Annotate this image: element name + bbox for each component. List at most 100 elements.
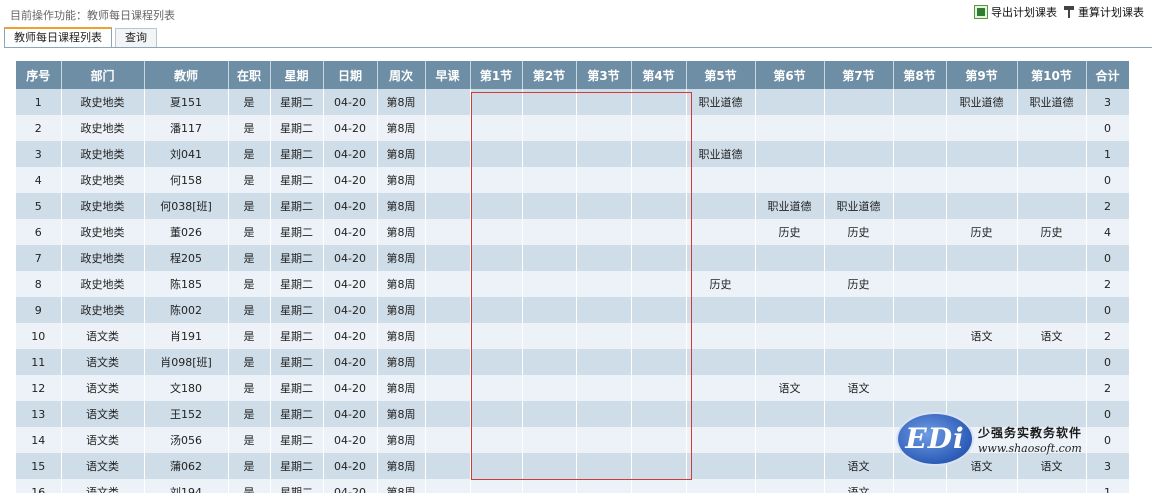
- table-row[interactable]: 10 语文类 肖191 是星期二 04-20 第8周 语文 语文 2: [16, 323, 1129, 349]
- table-cell: [1017, 115, 1087, 141]
- tab-query[interactable]: 查询: [115, 28, 157, 47]
- table-cell: [755, 89, 825, 115]
- table-row[interactable]: 9 政史地类 陈002 是星期二 04-20 第8周 0: [16, 297, 1129, 323]
- table-cell: [824, 323, 894, 349]
- table-row[interactable]: 16 语文类 刘194 是星期二 04-20 第8周 语文 1: [16, 479, 1129, 493]
- table-cell: [686, 167, 756, 193]
- table-cell: 政史地类: [61, 115, 145, 141]
- table-row[interactable]: 3 政史地类 刘041 是星期二 04-20 第8周 职业道德 1: [16, 141, 1129, 167]
- column-header[interactable]: 第7节: [824, 61, 894, 89]
- table-cell: 9: [16, 297, 62, 323]
- table-cell: 第8周: [377, 297, 426, 323]
- column-header[interactable]: 周次: [377, 61, 426, 89]
- table-header-row: 序号 部门 教师 在职 星期 日期 周次 早课 第1节 第2节 第3节 第4节 第5节 第6节 第7节 第8节…: [16, 61, 1129, 89]
- column-header[interactable]: 星期: [270, 61, 324, 89]
- table-cell: [824, 167, 894, 193]
- table-cell: 职业道德: [686, 141, 756, 167]
- table-cell: [631, 349, 687, 375]
- table-cell: 是: [228, 115, 271, 141]
- table-cell: 星期二: [270, 167, 324, 193]
- table-cell: 语文: [824, 453, 894, 479]
- table-row[interactable]: 2 政史地类 潘117 是星期二 04-20 第8周 0: [16, 115, 1129, 141]
- table-cell: [522, 219, 577, 245]
- table-cell: 是: [228, 349, 271, 375]
- table-cell: [893, 245, 947, 271]
- table-row[interactable]: 11 语文类 肖098[班] 是星期二 04-20 第8周 0: [16, 349, 1129, 375]
- table-cell: [893, 349, 947, 375]
- export-plan-button[interactable]: 导出计划课表: [974, 4, 1057, 20]
- table-row[interactable]: 1 政史地类 夏151 是星期二 04-20 第8周 职业道德 职业道德 职业道德 3: [16, 89, 1129, 115]
- table-cell: 历史: [755, 219, 825, 245]
- table-cell: 04-20: [323, 115, 378, 141]
- table-cell: [686, 427, 756, 453]
- table-row[interactable]: 7 政史地类 程205 是星期二 04-20 第8周 0: [16, 245, 1129, 271]
- column-header[interactable]: 第5节: [686, 61, 756, 89]
- table-cell: 第8周: [377, 375, 426, 401]
- column-header[interactable]: 第4节: [631, 61, 687, 89]
- table-cell: [522, 401, 577, 427]
- table-cell: [893, 167, 947, 193]
- column-header[interactable]: 部门: [61, 61, 145, 89]
- table-cell: 政史地类: [61, 245, 145, 271]
- table-cell: 16: [16, 479, 62, 493]
- column-header[interactable]: 第10节: [1017, 61, 1087, 89]
- table-cell: 5: [16, 193, 62, 219]
- table-cell: [576, 89, 632, 115]
- table-cell: 潘117: [144, 115, 229, 141]
- table-cell: 历史: [824, 271, 894, 297]
- table-cell: 职业道德: [686, 89, 756, 115]
- table-cell: [470, 141, 523, 167]
- table-cell: [946, 167, 1018, 193]
- column-header[interactable]: 日期: [323, 61, 378, 89]
- table-cell: [1017, 349, 1087, 375]
- recalculate-plan-button[interactable]: 重算计划课表: [1063, 4, 1144, 20]
- table-row[interactable]: 5 政史地类 何038[班] 是星期二 04-20 第8周 职业道德 职业道德 2: [16, 193, 1129, 219]
- table-row[interactable]: 12 语文类 文180 是星期二 04-20 第8周 语文 语文 2: [16, 375, 1129, 401]
- table-cell: 2: [1086, 323, 1129, 349]
- table-row[interactable]: 6 政史地类 董026 是星期二 04-20 第8周 历史 历史 历史 历史 4: [16, 219, 1129, 245]
- table-cell: [425, 193, 471, 219]
- column-header[interactable]: 第3节: [576, 61, 632, 89]
- table-cell: 是: [228, 323, 271, 349]
- column-header[interactable]: 第2节: [522, 61, 577, 89]
- table-cell: 星期二: [270, 115, 324, 141]
- table-cell: 星期二: [270, 297, 324, 323]
- table-row[interactable]: 4 政史地类 何158 是星期二 04-20 第8周 0: [16, 167, 1129, 193]
- column-header[interactable]: 合计: [1086, 61, 1129, 89]
- table-cell: [1017, 297, 1087, 323]
- table-cell: 0: [1086, 245, 1129, 271]
- table-cell: 04-20: [323, 271, 378, 297]
- table-cell: [755, 401, 825, 427]
- table-cell: 是: [228, 479, 271, 493]
- table-cell: 何158: [144, 167, 229, 193]
- table-cell: [522, 141, 577, 167]
- table-cell: [755, 245, 825, 271]
- table-cell: 第8周: [377, 193, 426, 219]
- column-header[interactable]: 教师: [144, 61, 229, 89]
- table-cell: [686, 297, 756, 323]
- table-cell: 何038[班]: [144, 193, 229, 219]
- table-cell: [425, 89, 471, 115]
- table-cell: [631, 115, 687, 141]
- column-header[interactable]: 序号: [16, 61, 62, 89]
- column-header[interactable]: 第9节: [946, 61, 1018, 89]
- table-cell: [576, 141, 632, 167]
- table-cell: 0: [1086, 349, 1129, 375]
- table-cell: [425, 479, 471, 493]
- table-cell: [522, 323, 577, 349]
- table-cell: 陈002: [144, 297, 229, 323]
- vendor-watermark: EDi 少强务实教务软件 www.shaosoft.com: [898, 412, 1118, 472]
- column-header[interactable]: 第1节: [470, 61, 523, 89]
- tab-teacher-daily-schedule[interactable]: 教师每日课程列表: [4, 27, 112, 48]
- table-row[interactable]: 8 政史地类 陈185 是星期二 04-20 第8周 历史 历史 2: [16, 271, 1129, 297]
- table-cell: [522, 297, 577, 323]
- table-cell: [686, 323, 756, 349]
- column-header[interactable]: 第6节: [755, 61, 825, 89]
- table-cell: 第8周: [377, 453, 426, 479]
- column-header[interactable]: 第8节: [893, 61, 947, 89]
- column-header[interactable]: 在职: [228, 61, 271, 89]
- table-cell: [631, 453, 687, 479]
- table-cell: [946, 349, 1018, 375]
- table-cell: 星期二: [270, 271, 324, 297]
- column-header[interactable]: 早课: [425, 61, 471, 89]
